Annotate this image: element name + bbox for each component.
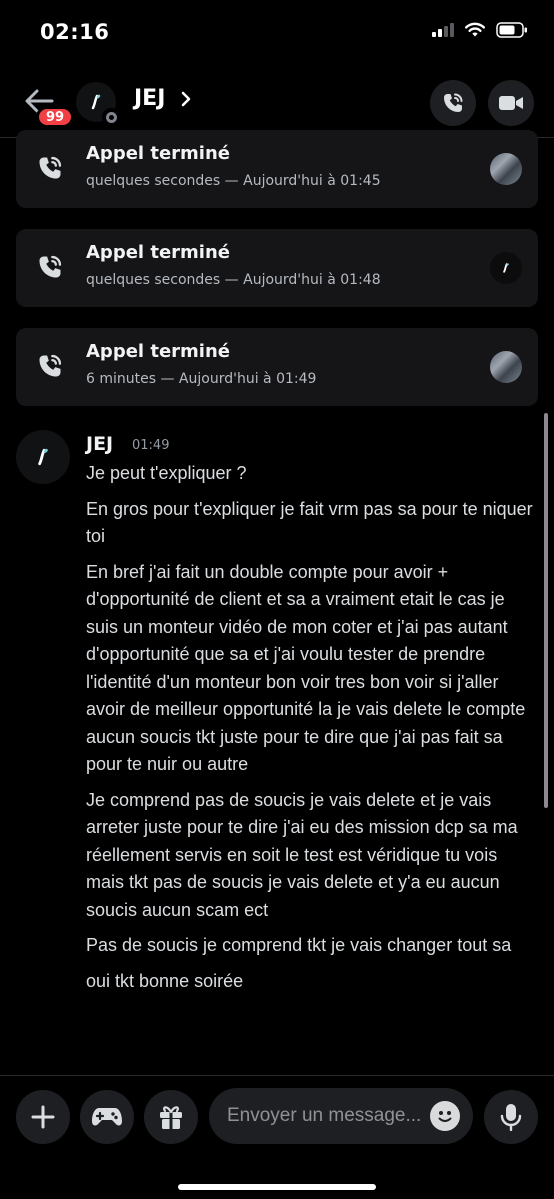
- jej-logo-icon: [503, 263, 509, 273]
- chevron-right-icon[interactable]: [180, 90, 192, 108]
- phone-call-icon: [39, 156, 62, 179]
- scrollbar[interactable]: [544, 413, 548, 808]
- gift-icon: [160, 1106, 182, 1129]
- video-call-button[interactable]: [488, 80, 534, 126]
- add-attachment-button[interactable]: [16, 1090, 70, 1144]
- cellular-signal-icon: [432, 23, 454, 37]
- wifi-icon: [465, 22, 485, 37]
- battery-icon: [496, 22, 527, 38]
- status-icons: [432, 22, 528, 38]
- video-camera-icon: [499, 96, 523, 110]
- participant-avatar: [490, 153, 522, 185]
- message-text[interactable]: En gros pour t'expliquer je fait vrm pas…: [86, 496, 536, 551]
- jej-logo-icon: [91, 94, 101, 110]
- voice-message-button[interactable]: [484, 1090, 538, 1144]
- message-text[interactable]: oui tkt bonne soirée: [86, 968, 536, 996]
- message-timestamp: 01:49: [132, 438, 170, 453]
- call-duration: quelques secondes — Aujourd'hui à 01:48: [86, 272, 381, 288]
- participant-avatar: [490, 252, 522, 284]
- message-text[interactable]: En bref j'ai fait un double compte pour …: [86, 559, 536, 779]
- participant-avatar: [490, 351, 522, 383]
- status-time: 02:16: [40, 20, 110, 44]
- jej-logo-icon: [38, 448, 48, 466]
- gamepad-icon: [92, 1108, 122, 1126]
- channel-title[interactable]: JEJ: [134, 86, 165, 111]
- call-title: Appel terminé: [86, 242, 230, 263]
- home-indicator[interactable]: [178, 1184, 376, 1190]
- call-log-card[interactable]: Appel terminé quelques secondes — Aujour…: [16, 130, 538, 208]
- call-title: Appel terminé: [86, 341, 230, 362]
- message-text[interactable]: Pas de soucis je comprend tkt je vais ch…: [86, 932, 536, 960]
- phone-call-icon: [39, 354, 62, 377]
- message-author-name[interactable]: JEJ: [86, 433, 113, 455]
- voice-call-button[interactable]: [430, 80, 476, 126]
- call-duration: 6 minutes — Aujourd'hui à 01:49: [86, 371, 317, 387]
- offline-status-indicator: [102, 108, 120, 126]
- send-gift-button[interactable]: [144, 1090, 198, 1144]
- message-author-avatar[interactable]: [16, 430, 70, 484]
- activities-button[interactable]: [80, 1090, 134, 1144]
- message-text[interactable]: Je comprend pas de soucis je vais delete…: [86, 787, 536, 925]
- channel-header: 99 JEJ: [0, 66, 554, 138]
- call-title: Appel terminé: [86, 143, 230, 164]
- message-composer: [0, 1075, 554, 1199]
- microphone-icon: [500, 1104, 522, 1131]
- voice-call-icon: [444, 93, 463, 112]
- message-body: Je peut t'expliquer ? En gros pour t'exp…: [86, 460, 536, 1003]
- phone-call-icon: [39, 255, 62, 278]
- emoji-picker-button[interactable]: [430, 1101, 460, 1131]
- unread-badge: 99: [36, 106, 75, 128]
- call-log-card[interactable]: Appel terminé 6 minutes — Aujourd'hui à …: [16, 328, 538, 406]
- call-log-card[interactable]: Appel terminé quelques secondes — Aujour…: [16, 229, 538, 307]
- message-text[interactable]: Je peut t'expliquer ?: [86, 460, 536, 488]
- plus-icon: [31, 1105, 55, 1129]
- call-duration: quelques secondes — Aujourd'hui à 01:45: [86, 173, 381, 189]
- status-bar: 02:16: [0, 0, 554, 66]
- emoji-icon: [438, 1111, 452, 1122]
